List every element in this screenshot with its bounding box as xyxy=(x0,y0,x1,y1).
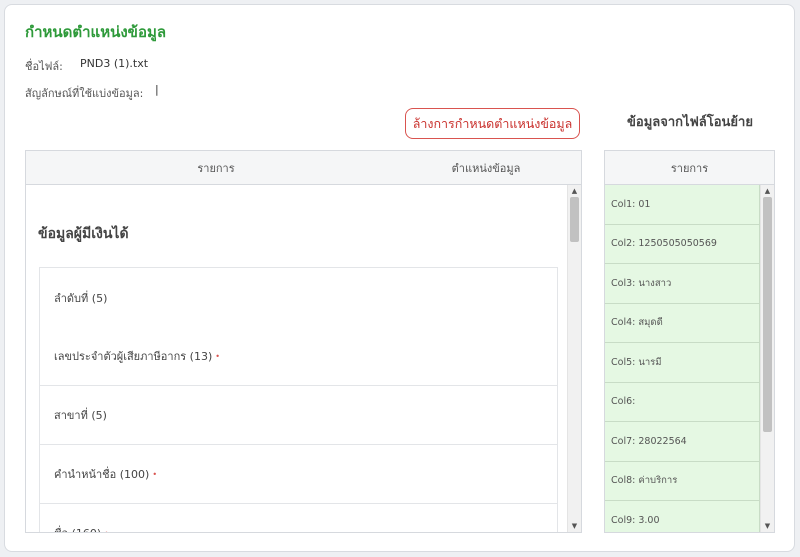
field-row[interactable]: เลขประจำตัวผู้เสียภาษีอากร (13) • xyxy=(40,327,557,386)
scroll-down-icon[interactable]: ▼ xyxy=(568,520,581,532)
column-header-position: ตำแหน่งข้อมูล xyxy=(451,161,521,175)
field-label: ชื่อ (160) xyxy=(54,524,101,532)
field-list: ลำดับที่ (5) เลขประจำตัวผู้เสียภาษีอากร … xyxy=(39,267,558,532)
scroll-down-icon[interactable]: ▼ xyxy=(761,520,774,532)
source-column-item[interactable]: Col9: 3.00 xyxy=(605,501,760,532)
field-row[interactable]: ลำดับที่ (5) xyxy=(40,268,557,327)
source-table-header: รายการ xyxy=(605,151,774,185)
source-scrollbar[interactable]: ▲ ▼ xyxy=(760,185,774,532)
source-column-item[interactable]: Col3: นางสาว xyxy=(605,264,760,304)
field-label: สาขาที่ (5) xyxy=(54,409,107,422)
field-row[interactable]: ชื่อ (160) • xyxy=(40,504,557,532)
scroll-thumb[interactable] xyxy=(570,197,579,242)
source-data-title: ข้อมูลจากไฟล์โอนย้าย xyxy=(627,115,753,130)
source-columns-list: Col1: 01 Col2: 1250505050569 Col3: นางสา… xyxy=(605,185,760,532)
source-column-item[interactable]: Col5: นารมี xyxy=(605,343,760,383)
source-column-item[interactable]: Col8: ค่าบริการ xyxy=(605,461,760,501)
column-header-list: รายการ xyxy=(670,161,709,175)
field-label: คำนำหน้าชื่อ (100) xyxy=(54,468,150,481)
page-title: กำหนดตำแหน่งข้อมูล xyxy=(25,23,167,41)
mapping-card: กำหนดตำแหน่งข้อมูล ชื่อไฟล์: PND3 (1).tx… xyxy=(4,4,795,552)
column-header-list: รายการ xyxy=(197,161,235,175)
scroll-up-icon[interactable]: ▲ xyxy=(761,185,774,197)
source-column-item[interactable]: Col6: xyxy=(605,382,760,422)
mapping-scrollbar[interactable]: ▲ ▼ xyxy=(567,185,581,532)
source-columns-panel: รายการ Col1: 01 Col2: 1250505050569 Col3… xyxy=(604,150,775,533)
mapping-table-header: รายการ ตำแหน่งข้อมูล xyxy=(26,151,581,185)
section-title: ข้อมูลผู้มีเงินได้ xyxy=(38,226,129,242)
mapping-body: ข้อมูลผู้มีเงินได้ ลำดับที่ (5) เลขประจำ… xyxy=(26,185,567,532)
scroll-up-icon[interactable]: ▲ xyxy=(568,185,581,197)
source-column-item[interactable]: Col7: 28022564 xyxy=(605,422,760,462)
field-mapping-panel: รายการ ตำแหน่งข้อมูล ข้อมูลผู้มีเงินได้ … xyxy=(25,150,582,533)
field-row[interactable]: คำนำหน้าชื่อ (100) • xyxy=(40,445,557,504)
source-column-item[interactable]: Col4: สมุดดี xyxy=(605,303,760,343)
field-label: ลำดับที่ (5) xyxy=(54,291,108,305)
field-row[interactable]: สาขาที่ (5) xyxy=(40,386,557,445)
clear-mapping-button[interactable]: ล้างการกำหนดตำแหน่งข้อมูล xyxy=(405,108,580,139)
source-column-item[interactable]: Col1: 01 xyxy=(605,185,760,225)
required-marker: • xyxy=(215,351,220,361)
source-column-item[interactable]: Col2: 1250505050569 xyxy=(605,224,760,264)
scroll-thumb[interactable] xyxy=(763,197,772,432)
file-name-value: PND3 (1).txt xyxy=(80,57,149,70)
delimiter-label: สัญลักษณ์ที่ใช้แบ่งข้อมูล: xyxy=(25,87,144,100)
required-marker: • xyxy=(104,529,109,533)
required-marker: • xyxy=(152,469,158,479)
field-label: เลขประจำตัวผู้เสียภาษีอากร (13) xyxy=(54,350,213,363)
file-name-label: ชื่อไฟล์: xyxy=(25,60,63,73)
delimiter-value: | xyxy=(155,83,159,96)
